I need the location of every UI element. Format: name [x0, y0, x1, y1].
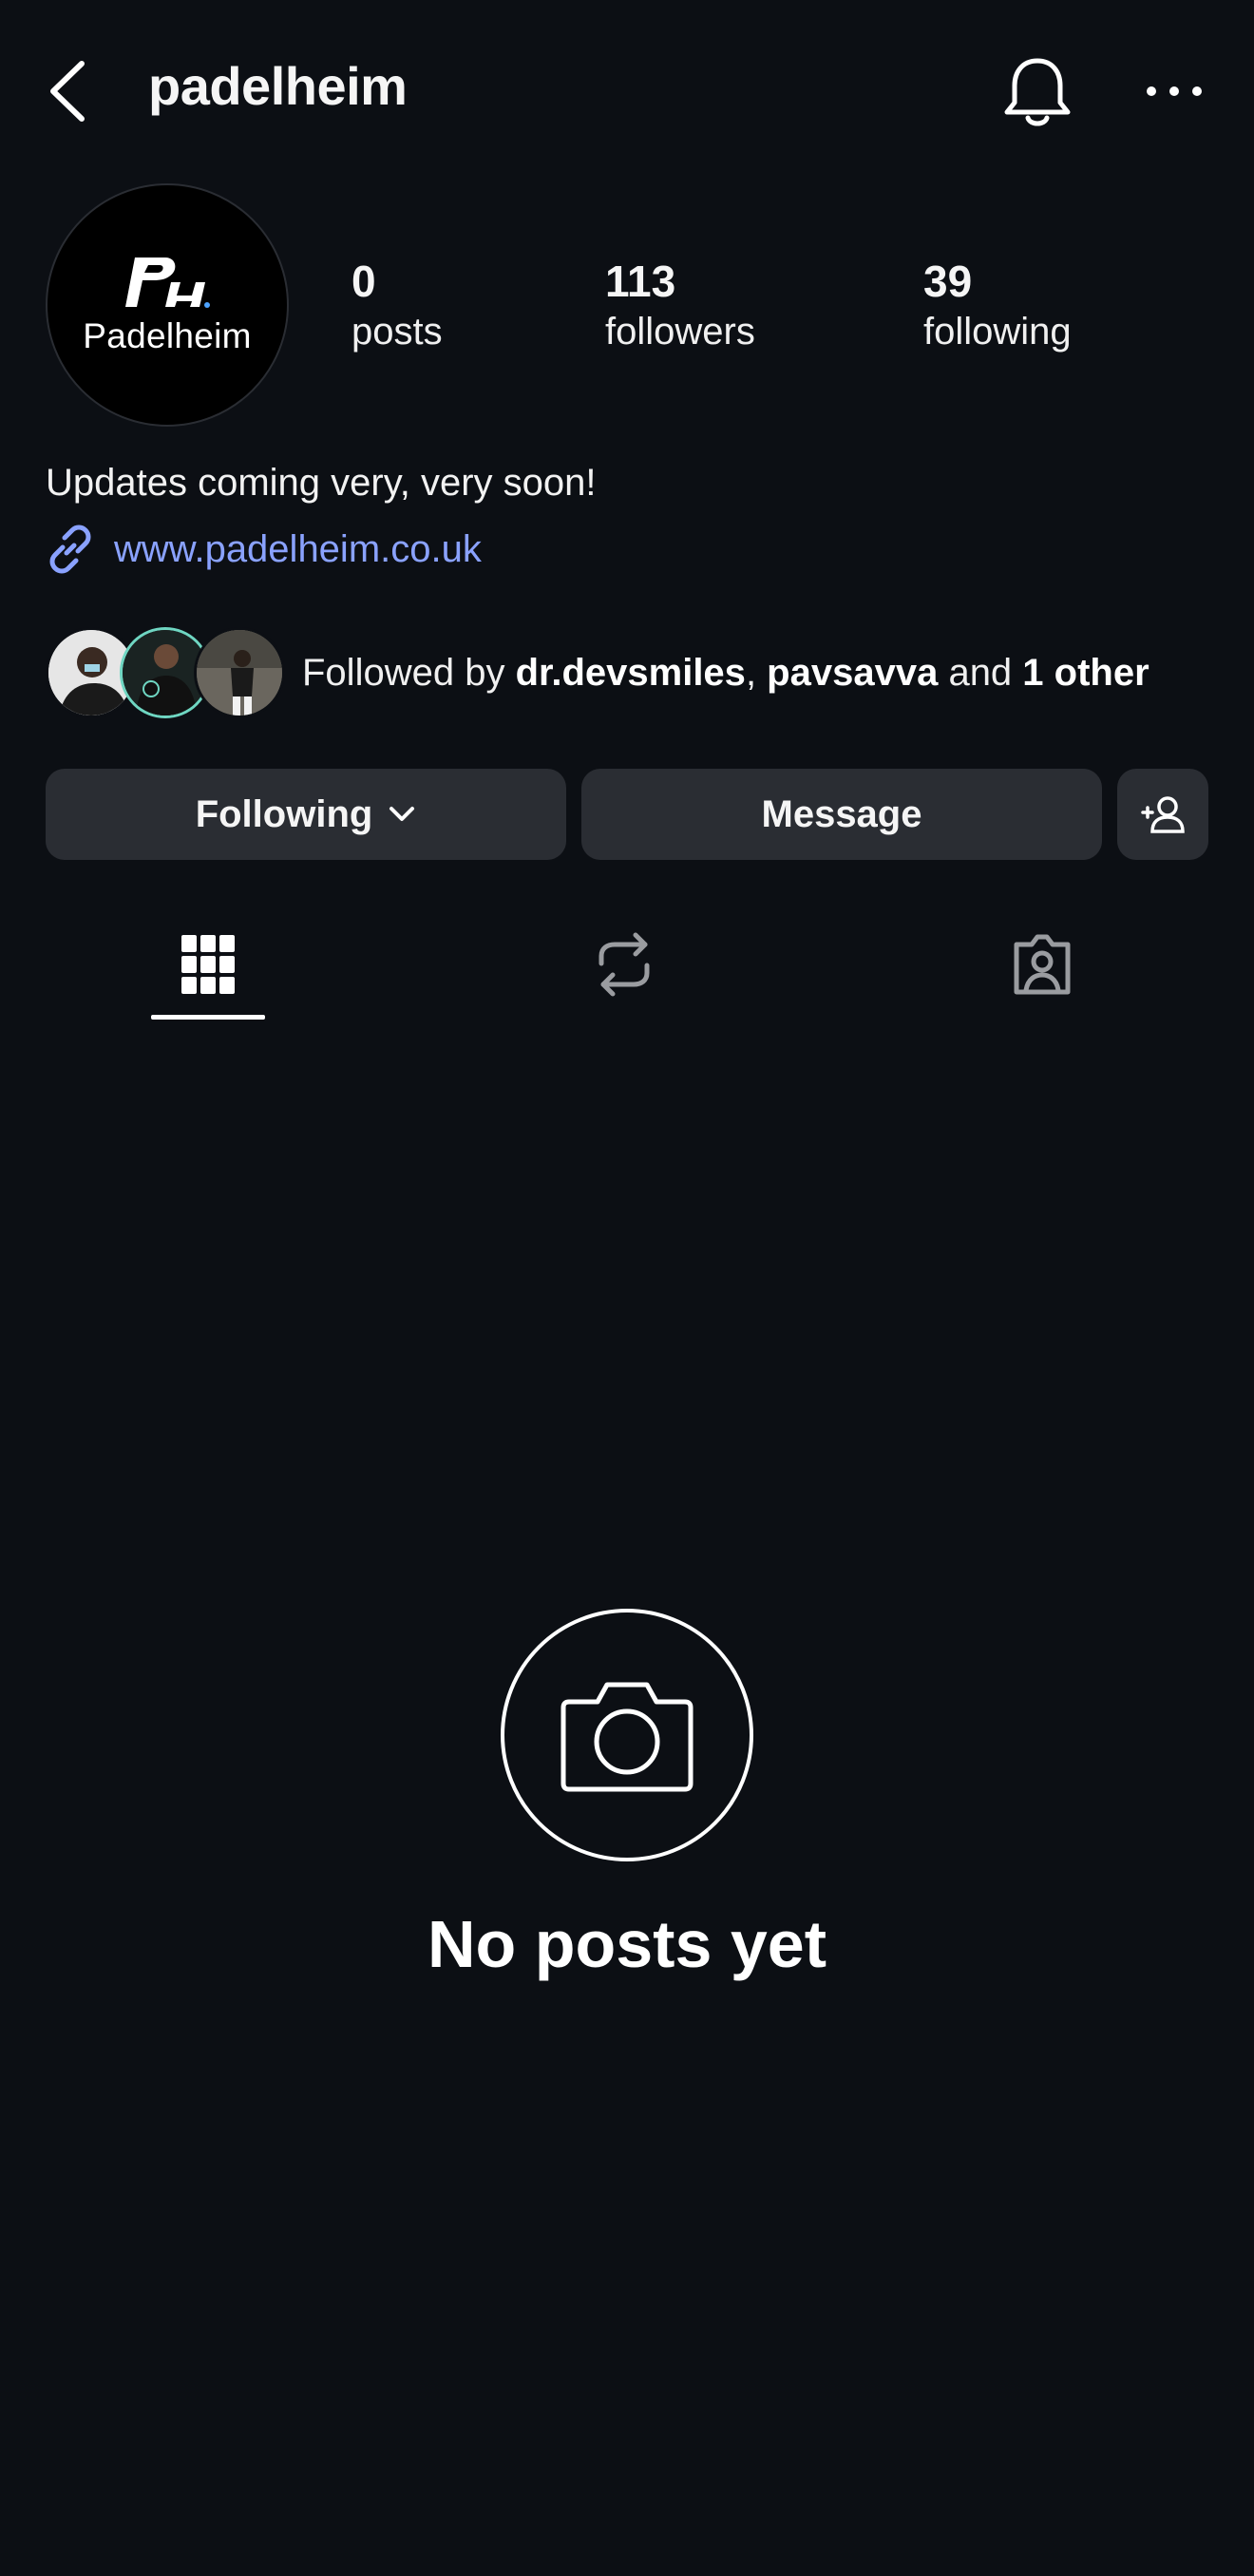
- followers-count-value: 113: [605, 257, 676, 306]
- posts-count[interactable]: 0 posts: [352, 255, 443, 355]
- notifications-button[interactable]: [999, 53, 1075, 133]
- tagged-icon: [1014, 934, 1071, 995]
- more-horizontal-icon: [1147, 86, 1202, 96]
- tab-posts-grid[interactable]: [151, 912, 265, 1017]
- add-user-icon: [1141, 796, 1185, 833]
- grid-icon: [181, 935, 235, 994]
- posts-count-label: posts: [352, 311, 443, 353]
- following-button-label: Following: [195, 792, 373, 835]
- mutual-follower-avatar: [194, 627, 285, 718]
- tab-tagged[interactable]: [985, 912, 1099, 1017]
- avatar-wordmark: Padelheim: [83, 316, 252, 355]
- suggested-users-button[interactable]: [1117, 769, 1208, 860]
- tab-reposts[interactable]: [567, 912, 681, 1017]
- profile-link[interactable]: www.padelheim.co.uk: [46, 525, 482, 574]
- chevron-down-icon: [388, 805, 416, 824]
- message-button[interactable]: Message: [581, 769, 1102, 860]
- reposts-icon: [598, 932, 650, 997]
- no-posts-illustration: [501, 1609, 753, 1861]
- followers-count-label: followers: [605, 311, 755, 353]
- padelheim-logo-icon: [125, 258, 210, 308]
- following-count-value: 39: [923, 257, 973, 306]
- followers-count[interactable]: 113 followers: [605, 255, 755, 355]
- posts-count-value: 0: [352, 257, 376, 306]
- mutual-followers-text: Followed by dr.devsmiles, pavsavva and 1…: [302, 652, 1150, 694]
- camera-icon: [560, 1682, 694, 1792]
- profile-username: padelheim: [148, 56, 408, 116]
- back-button[interactable]: [46, 53, 106, 129]
- chevron-left-icon: [50, 61, 85, 122]
- more-options-button[interactable]: [1136, 72, 1212, 110]
- profile-link-text[interactable]: www.padelheim.co.uk: [114, 528, 482, 571]
- profile-bio: Updates coming very, very soon!: [46, 462, 597, 504]
- active-tab-indicator: [151, 1015, 265, 1020]
- message-button-label: Message: [761, 792, 922, 835]
- profile-avatar[interactable]: Padelheim: [46, 183, 289, 427]
- following-count[interactable]: 39 following: [923, 255, 1072, 355]
- link-icon: [49, 525, 91, 574]
- bell-icon: [1004, 58, 1071, 126]
- following-count-label: following: [923, 311, 1072, 353]
- empty-state-title: No posts yet: [427, 1907, 827, 1981]
- following-button[interactable]: Following: [46, 769, 566, 860]
